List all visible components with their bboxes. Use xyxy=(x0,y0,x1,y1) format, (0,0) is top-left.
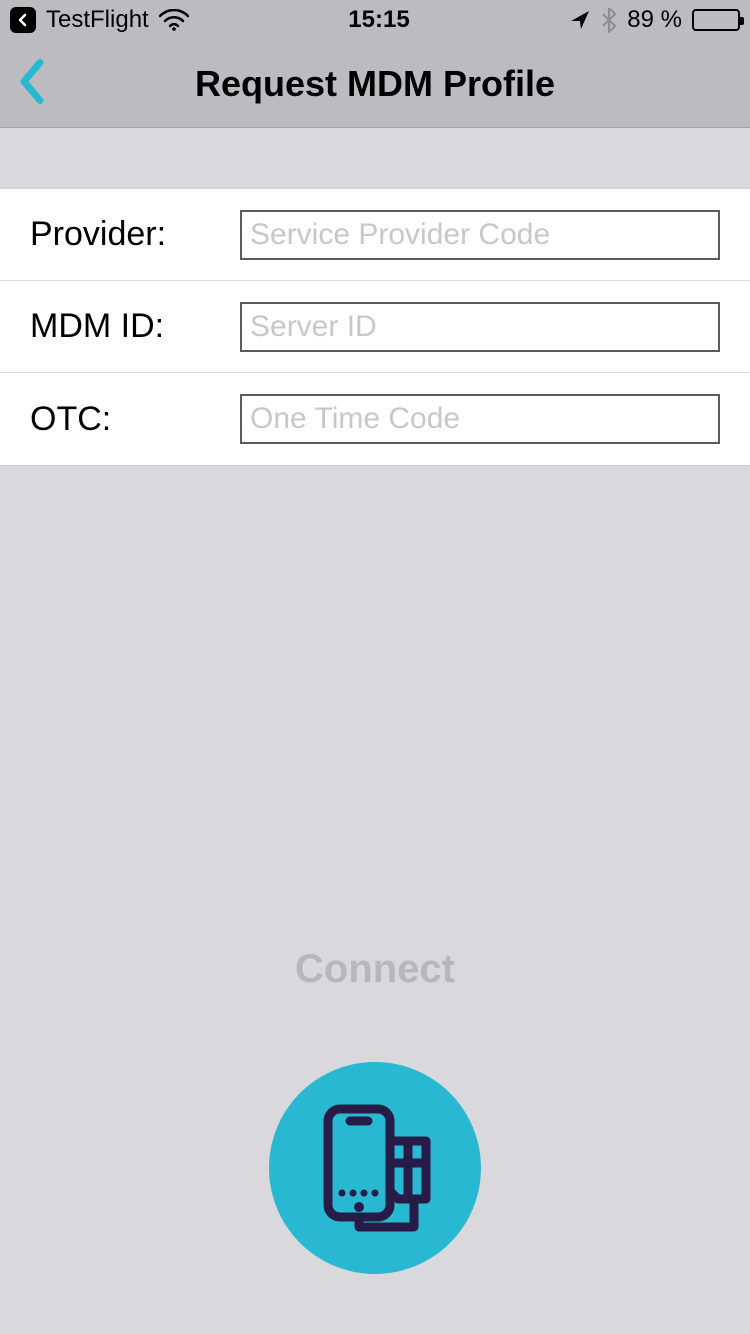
battery-icon xyxy=(692,9,740,31)
bluetooth-icon xyxy=(601,7,617,33)
status-bar-right: 89 % xyxy=(569,6,740,34)
page-title: Request MDM Profile xyxy=(195,63,555,105)
chevron-left-icon xyxy=(18,58,46,104)
row-otc: OTC: xyxy=(0,373,750,465)
return-to-app-badge[interactable] xyxy=(10,7,36,33)
mdm-id-input[interactable] xyxy=(240,302,720,352)
location-icon xyxy=(569,9,591,31)
battery-text: 89 % xyxy=(627,6,682,34)
chevron-left-icon xyxy=(16,13,30,27)
return-to-app-label[interactable]: TestFlight xyxy=(46,6,149,34)
label-mdm-id: MDM ID: xyxy=(30,307,240,346)
wifi-icon xyxy=(159,9,189,31)
section-spacer xyxy=(0,128,750,188)
status-bar: TestFlight 15:15 89 % xyxy=(0,0,750,40)
navigation-bar: Request MDM Profile xyxy=(0,40,750,128)
back-button[interactable] xyxy=(18,58,46,109)
label-provider: Provider: xyxy=(30,215,240,254)
row-mdm-id: MDM ID: xyxy=(0,281,750,373)
label-otc: OTC: xyxy=(30,400,240,439)
provider-input[interactable] xyxy=(240,210,720,260)
connect-button[interactable] xyxy=(269,1062,481,1274)
otc-input[interactable] xyxy=(240,394,720,444)
status-bar-left: TestFlight xyxy=(10,6,189,34)
status-bar-time: 15:15 xyxy=(348,6,409,34)
connect-area: Connect xyxy=(0,947,750,1334)
device-sim-icon xyxy=(310,1103,440,1233)
row-provider: Provider: xyxy=(0,189,750,281)
form-group: Provider: MDM ID: OTC: xyxy=(0,188,750,466)
connect-label: Connect xyxy=(295,947,455,992)
